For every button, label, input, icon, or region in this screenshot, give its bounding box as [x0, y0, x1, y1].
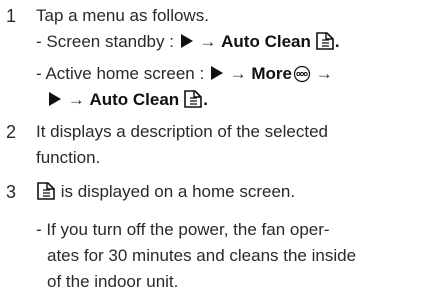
play-triangle-icon: [49, 92, 61, 106]
active-home-instruction-cont: → Auto Clean.: [47, 88, 208, 112]
auto-clean-icon: [37, 182, 55, 200]
note-line-3: of the indoor unit.: [47, 272, 179, 291]
arrow: →: [310, 64, 333, 83]
standby-instruction: - Screen standby : → Auto Clean.: [36, 30, 340, 54]
play-triangle-icon: [210, 66, 223, 80]
step-text-line-1: It displays a description of the selecte…: [36, 122, 328, 141]
play-triangle-icon: [180, 34, 193, 48]
arrow: →: [224, 64, 252, 83]
step-number: 3: [6, 182, 17, 202]
auto-clean-icon: [316, 32, 334, 50]
more-label: More: [251, 64, 292, 83]
step-text: is displayed on a home screen.: [36, 180, 295, 204]
active-home-instruction: - Active home screen : → More →: [36, 62, 333, 86]
step-text-line-2: function.: [36, 148, 101, 167]
manual-instructions: 1 Tap a menu as follows. - Screen standb…: [0, 0, 442, 298]
note-line-2: ates for 30 minutes and cleans the insid…: [47, 246, 357, 265]
auto-clean-icon: [184, 90, 202, 108]
step-text-body: is displayed on a home screen.: [56, 182, 296, 201]
step-number: 2: [6, 122, 17, 142]
step-text: Tap a menu as follows.: [36, 6, 209, 25]
auto-clean-label: Auto Clean: [221, 32, 311, 51]
auto-clean-label: Auto Clean: [89, 90, 180, 109]
more-icon: [293, 65, 311, 83]
arrow: →: [63, 90, 90, 109]
period: .: [334, 32, 340, 51]
standby-label: - Screen standby :: [36, 32, 179, 51]
step-number: 1: [6, 6, 17, 26]
period: .: [203, 90, 208, 109]
arrow: →: [194, 32, 222, 51]
active-home-label: - Active home screen :: [36, 64, 209, 83]
note-line-1: - If you turn off the power, the fan ope…: [36, 220, 330, 239]
